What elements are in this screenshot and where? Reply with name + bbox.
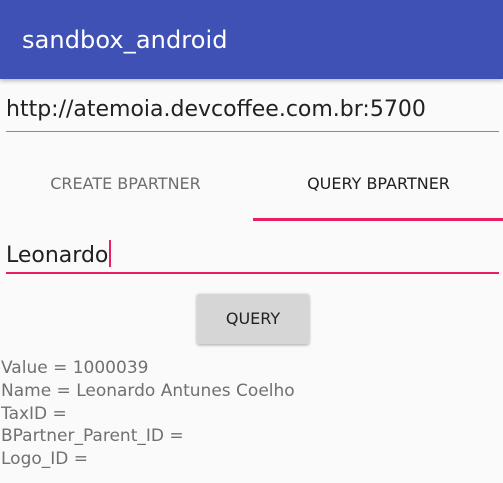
tab-query-bpartner-label: QUERY BPARTNER	[307, 174, 450, 193]
bpartner-name-value: Leonardo	[6, 243, 109, 268]
server-url-input[interactable]: http://atemoia.devcoffee.com.br:5700	[6, 96, 499, 132]
result-logo-id: Logo_ID =	[1, 449, 89, 470]
result-name: Name = Leonardo Antunes Coelho	[1, 380, 295, 401]
tab-create-bpartner-label: CREATE BPARTNER	[50, 174, 201, 193]
app-bar: sandbox_android	[0, 0, 503, 79]
result-value: Value = 1000039	[1, 358, 149, 378]
server-url-value: http://atemoia.devcoffee.com.br:5700	[6, 97, 426, 122]
bpartner-name-input[interactable]: Leonardo	[6, 236, 499, 274]
app-title: sandbox_android	[22, 26, 228, 54]
bpartner-name-wrap: Leonardo	[6, 240, 112, 268]
tab-create-bpartner[interactable]: CREATE BPARTNER	[0, 164, 251, 220]
result-bpartner-parent-id: BPartner_Parent_ID =	[1, 426, 184, 447]
query-button[interactable]: QUERY	[197, 294, 309, 344]
text-cursor	[109, 240, 112, 267]
tab-query-bpartner[interactable]: QUERY BPARTNER	[253, 164, 503, 220]
query-results: Value = 1000039 Name = Leonardo Antunes …	[1, 357, 295, 471]
result-taxid: TaxID =	[1, 403, 67, 424]
tab-selected-indicator	[253, 218, 503, 221]
